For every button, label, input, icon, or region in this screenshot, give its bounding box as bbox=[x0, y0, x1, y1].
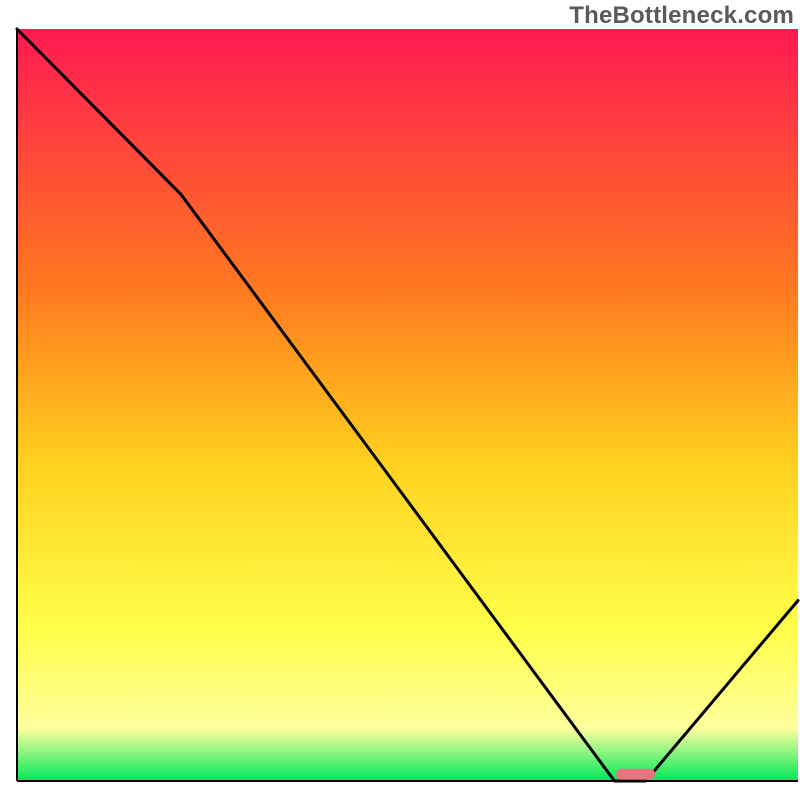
plot-area bbox=[17, 29, 798, 781]
gradient-background bbox=[17, 29, 798, 781]
chart-container: TheBottleneck.com bbox=[0, 0, 800, 800]
optimal-marker bbox=[616, 769, 655, 780]
bottleneck-chart bbox=[0, 0, 800, 800]
